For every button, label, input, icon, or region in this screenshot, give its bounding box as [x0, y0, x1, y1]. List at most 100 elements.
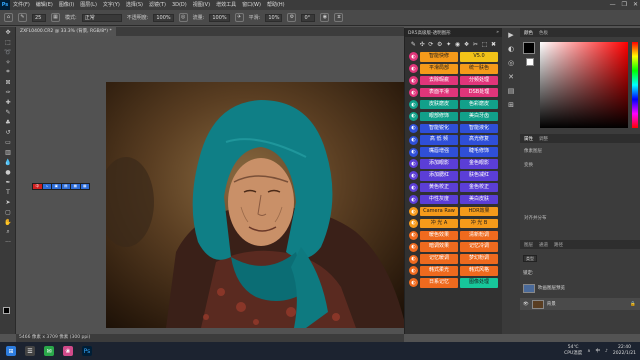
menu-plugins[interactable]: 增效工具 [213, 0, 239, 10]
plugin-action-button[interactable]: 日系记忆 [420, 278, 458, 288]
plugin-action-button[interactable]: 中性灰度 [420, 194, 458, 205]
plugin-action-button[interactable]: 黄色校正 [420, 182, 458, 193]
dodge-tool-icon[interactable]: ● [0, 167, 16, 177]
plugin-action-button[interactable]: 智能快修 [420, 52, 458, 62]
type-tool-icon[interactable]: T [0, 187, 16, 197]
align-section[interactable]: 对齐并分布 [520, 215, 640, 221]
plugin-action-button[interactable]: 平滑局部 [420, 64, 458, 74]
eye-icon[interactable]: 👁 [523, 302, 529, 307]
crop-tool-icon[interactable]: ⌗ [0, 67, 16, 77]
move-tool-icon[interactable]: ✥ [0, 27, 16, 37]
brush-size-field[interactable]: 25 [32, 13, 46, 22]
plugin-action-button[interactable]: 清新粉调 [460, 230, 498, 241]
brush-tool-icon[interactable]: ✎ [18, 13, 27, 22]
target-icon[interactable]: ◉ [455, 41, 460, 48]
plugin-action-button[interactable]: 暖色效果 [420, 230, 458, 241]
mini-bar-button[interactable]: ▣ [52, 184, 61, 189]
layer-kind-filter[interactable]: 类型 [523, 254, 537, 262]
plugin-action-button[interactable]: 韩式柔光 [420, 266, 458, 276]
plugin-row-icon[interactable]: ◐ [409, 52, 418, 62]
plugin-row-icon[interactable]: ◐ [409, 111, 418, 121]
transform-section[interactable]: 变换 [520, 162, 640, 168]
scissors-icon[interactable]: ✂ [473, 41, 478, 48]
plugin-action-button[interactable]: 高光修复 [460, 135, 498, 145]
plugin-action-button[interactable]: 嘴唇增强 [420, 147, 458, 157]
mode-select[interactable]: 正常 [81, 13, 122, 22]
plugin-row-icon[interactable]: ◐ [409, 171, 418, 181]
target-icon[interactable]: ◎ [502, 56, 520, 70]
plugin-action-button[interactable]: 睫毛修饰 [460, 147, 498, 157]
grid-icon[interactable]: ⊞ [502, 98, 520, 112]
start-icon[interactable]: ⊞ [6, 346, 16, 356]
tab-paths[interactable]: 路径 [554, 242, 563, 248]
plugin-row-icon[interactable]: ◐ [409, 88, 418, 98]
input-method-indicator[interactable]: 中 [596, 348, 601, 354]
plugin-row-icon[interactable]: ◐ [409, 100, 418, 109]
history-brush-icon[interactable]: ↺ [0, 127, 16, 137]
tray-expand-icon[interactable]: ∧ [587, 349, 590, 354]
tab-layers[interactable]: 图层 [524, 242, 533, 248]
menu-image[interactable]: 图像(I) [56, 0, 77, 10]
menu-select[interactable]: 选择(S) [123, 0, 146, 10]
mini-bar-button[interactable]: ゝ [42, 184, 51, 189]
pressure-opacity-icon[interactable]: ◎ [178, 13, 188, 22]
plugin-row-icon[interactable]: ◐ [409, 218, 418, 228]
plugin-action-button[interactable]: 记忆冷调 [460, 242, 498, 252]
cpu-temp-widget[interactable]: 54℃ CPU温度 [564, 345, 582, 357]
pressure-size-icon[interactable]: ◉ [320, 13, 330, 22]
shape-tool-icon[interactable]: ▢ [0, 207, 16, 217]
quick-select-tool-icon[interactable]: ✧ [0, 57, 16, 67]
plugin-action-button[interactable]: 分频处理 [460, 75, 498, 86]
plugin-action-button[interactable]: 美白牙齿 [460, 111, 498, 122]
sparkle-icon[interactable]: ✦ [446, 41, 451, 48]
layer-row[interactable]: 吹画图层预览 [520, 282, 640, 294]
play-icon[interactable]: ▶ [502, 28, 520, 42]
pen-icon[interactable]: ✎ [411, 41, 416, 48]
plugin-action-button[interactable]: Camera Raw [420, 206, 458, 217]
plugin-action-button[interactable]: 金色眼影 [460, 159, 498, 169]
document-tab[interactable]: ZXFL0400.CR2 @ 33.3% (背景, RGB/8*) * [16, 27, 116, 36]
path-select-tool-icon[interactable]: ➤ [0, 197, 16, 207]
plugin-action-button[interactable]: 添加眼影 [420, 159, 458, 169]
lasso-tool-icon[interactable]: ➰ [0, 47, 16, 57]
menu-file[interactable]: 文件(F) [10, 0, 33, 10]
angle-field[interactable]: 0° [301, 13, 316, 22]
plugin-action-button[interactable]: V5.0 [460, 52, 498, 62]
plugin-row-icon[interactable]: ◐ [409, 266, 418, 276]
gradient-tool-icon[interactable]: ▥ [0, 147, 16, 157]
menu-help[interactable]: 帮助(H) [264, 0, 288, 10]
settings-icon[interactable]: ⚙ [437, 41, 442, 48]
mini-bar-button[interactable]: ▦ [71, 184, 80, 189]
plugin-action-button[interactable]: 智能锐化 [420, 123, 458, 134]
mini-bar-button[interactable]: 中 [33, 184, 42, 189]
menu-3d[interactable]: 3D(D) [169, 0, 190, 10]
zoom-tool-icon[interactable]: ⌕ [0, 227, 16, 237]
close-button[interactable]: ✕ [633, 0, 638, 10]
plugin-action-button[interactable]: 统一肤色 [460, 64, 498, 74]
rotate-icon[interactable]: ⟳ [428, 41, 433, 48]
wechat-icon[interactable]: ✉ [44, 346, 54, 356]
color-picker-field[interactable] [540, 42, 628, 128]
plugin-action-button[interactable]: 智能液化 [460, 123, 498, 134]
plugin-row-icon[interactable]: ◐ [409, 76, 418, 86]
more-tools-icon[interactable]: ··· [0, 237, 16, 247]
plugin-row-icon[interactable]: ◐ [409, 207, 418, 217]
plugin-row-icon[interactable]: ◐ [409, 230, 418, 240]
smoothing-field[interactable]: 10% [265, 13, 283, 22]
tab-color[interactable]: 颜色 [524, 30, 533, 36]
photos-app-icon[interactable]: ❀ [63, 346, 73, 356]
flow-field[interactable]: 100% [209, 13, 230, 22]
plugin-action-button[interactable]: 图像处理 [460, 278, 498, 288]
plugin-action-button[interactable]: 美白皮肤 [460, 194, 498, 205]
frame-icon[interactable]: ⬚ [482, 41, 488, 48]
plugin-row-icon[interactable]: ◐ [409, 123, 418, 133]
mini-bar-button[interactable]: ▤ [61, 184, 70, 189]
plugin-action-button[interactable]: 高 低 频 [420, 135, 458, 145]
hand-tool-icon[interactable]: ✋ [0, 217, 16, 227]
marquee-tool-icon[interactable]: ⬚ [0, 37, 16, 47]
plugin-action-button[interactable]: 冲 光 B [460, 218, 498, 229]
plugin-action-button[interactable]: 去除瑕疵 [420, 75, 458, 86]
menu-window[interactable]: 窗口(W) [239, 0, 264, 10]
menu-view[interactable]: 视图(V) [190, 0, 213, 10]
stamp-tool-icon[interactable]: ♣ [0, 117, 16, 127]
